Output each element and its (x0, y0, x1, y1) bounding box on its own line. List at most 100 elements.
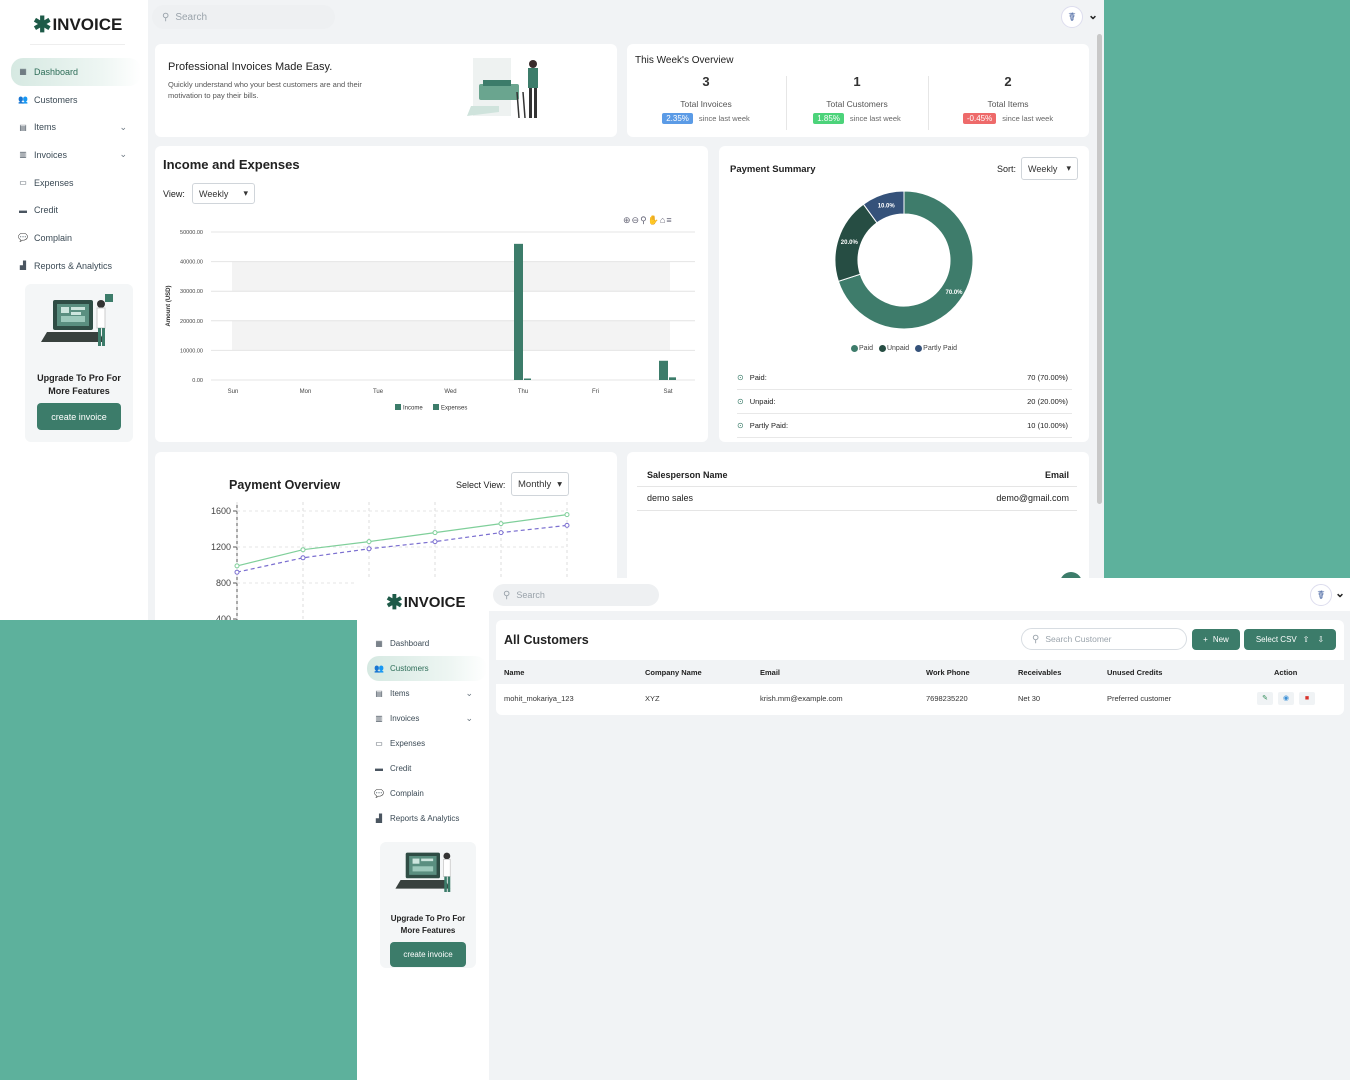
upload-icon[interactable]: ⇧ (1303, 635, 1310, 644)
data-point[interactable] (564, 512, 570, 518)
payment-summary-title: Payment Summary (730, 164, 816, 175)
data-point[interactable] (564, 522, 570, 528)
data-point[interactable] (234, 569, 240, 575)
laptop-illustration (41, 294, 113, 346)
bar-expenses[interactable] (524, 378, 531, 380)
sidebar-item-complain[interactable]: 💬 Complain (11, 224, 141, 252)
summary-label: Paid: (749, 373, 767, 382)
sidebar-item-label: Customers (390, 664, 429, 673)
avatar[interactable]: ☤ (1310, 584, 1332, 606)
edit-icon[interactable]: ✎ (1257, 692, 1273, 705)
chevron-down-icon[interactable]: ⌄ (1088, 8, 1098, 22)
chevron-down-icon: ⌄ (119, 121, 127, 132)
column-header[interactable]: Receivables (1018, 668, 1061, 677)
sidebar-item-credit[interactable]: ▬ Credit (367, 756, 487, 781)
data-point[interactable] (300, 555, 306, 561)
bar-income[interactable] (659, 360, 668, 380)
data-point[interactable] (300, 547, 306, 553)
create-invoice-button[interactable]: create invoice (390, 942, 466, 967)
legend-item[interactable]: Unpaid (878, 345, 909, 352)
sidebar-item-customers[interactable]: 👥 Customers (11, 86, 141, 114)
sidebar-item-label: Expenses (34, 177, 74, 188)
overview-stat: 1 Total Customers 1.85% since last week (782, 74, 932, 124)
logo[interactable]: ✱ INVOICE (386, 590, 465, 615)
sidebar-item-expenses[interactable]: ▭ Expenses (11, 169, 141, 197)
column-header[interactable]: Work Phone (926, 668, 970, 677)
sidebar-item-items[interactable]: ▤ Items ⌄ (367, 681, 487, 706)
logo[interactable]: ✱ INVOICE (33, 12, 122, 38)
sidebar-item-reports-analytics[interactable]: ▟ Reports & Analytics (367, 806, 487, 831)
data-point[interactable] (498, 530, 504, 536)
summary-row: ⊙ Unpaid: 20 (20.00%) (737, 390, 1072, 414)
logo-text: INVOICE (403, 594, 466, 611)
create-invoice-button[interactable]: create invoice (37, 403, 121, 430)
customers-card: All Customers ⚲ Search Customer + New Sele… (496, 620, 1344, 715)
column-header[interactable]: Action (1274, 668, 1297, 677)
trash-icon[interactable]: ■ (1299, 692, 1315, 705)
sidebar-item-label: Complain (390, 789, 424, 798)
logo-mark-icon: ✱ (33, 12, 52, 37)
sidebar-item-dashboard[interactable]: ▦ Dashboard (367, 631, 487, 656)
legend-item[interactable]: Partly Paid (915, 345, 957, 352)
view-label: View: (163, 189, 185, 199)
overview-title: This Week's Overview (635, 55, 734, 66)
data-point[interactable] (366, 546, 372, 552)
card-icon: ▬ (19, 205, 27, 215)
column-header[interactable]: Company Name (645, 668, 702, 677)
payment-donut-chart: 70.0% 20.0% 10.0% (834, 190, 974, 330)
search-customer-input[interactable]: ⚲ Search Customer (1021, 628, 1187, 650)
bar-expenses[interactable] (669, 377, 676, 380)
file-icon: ▥ (19, 150, 27, 160)
sidebar-item-expenses[interactable]: ▭ Expenses (367, 731, 487, 756)
promo-title-line2: More Features (48, 386, 110, 396)
legend-swatch (433, 404, 439, 410)
column-header[interactable]: Unused Credits (1107, 668, 1162, 677)
view-period-select[interactable]: Monthly ▾ (511, 472, 569, 496)
column-header[interactable]: Name (504, 668, 524, 677)
chevron-down-icon[interactable]: ⌄ (1335, 586, 1345, 600)
sidebar-item-complain[interactable]: 💬 Complain (367, 781, 487, 806)
sidebar-item-items[interactable]: ▤ Items ⌄ (11, 113, 141, 141)
legend-item[interactable]: Paid (850, 345, 873, 352)
series-line[interactable] (236, 514, 568, 567)
printer-illustration (467, 58, 538, 119)
check-circle-icon: ⊙ (737, 397, 744, 406)
avatar[interactable]: ☤ (1061, 6, 1083, 28)
column-header[interactable]: Email (760, 668, 780, 677)
data-point[interactable] (234, 563, 240, 569)
download-icon[interactable]: ⇩ (1317, 635, 1324, 644)
sort-select[interactable]: Weekly ▾ (1021, 157, 1078, 180)
x-tick-label: Wed (444, 389, 456, 395)
stat-label: Total Customers (826, 99, 888, 109)
sidebar-item-reports-analytics[interactable]: ▟ Reports & Analytics (11, 252, 141, 280)
data-point[interactable] (366, 539, 372, 545)
overview-stat: 2 Total Items -0.45% since last week (933, 74, 1083, 124)
divider (637, 510, 1077, 511)
legend-dot (850, 345, 858, 352)
data-point[interactable] (498, 521, 504, 527)
y-tick-label: 30000.00 (180, 289, 203, 295)
sidebar-item-customers[interactable]: 👥 Customers (367, 656, 487, 681)
bar-income[interactable] (514, 243, 523, 380)
new-customer-button[interactable]: + New (1192, 629, 1240, 650)
page-title: All Customers (504, 633, 589, 647)
search-icon: ⚲ (503, 589, 511, 601)
sort-select-value: Weekly (1028, 163, 1058, 174)
search-input[interactable]: ⚲ Search (493, 584, 659, 606)
legend-swatch (395, 404, 401, 410)
search-input[interactable]: ⚲ Search (152, 5, 335, 29)
view-select[interactable]: Weekly ▾ (192, 183, 255, 204)
data-point[interactable] (432, 530, 438, 536)
sidebar-item-dashboard[interactable]: ▦ Dashboard (11, 58, 141, 86)
sidebar-item-credit[interactable]: ▬ Credit (11, 196, 141, 224)
data-point[interactable] (432, 539, 438, 545)
series-line[interactable] (236, 524, 568, 573)
eye-icon[interactable]: ◉ (1278, 692, 1294, 705)
y-tick-label: 20000.00 (180, 319, 203, 325)
logo-text: INVOICE (52, 15, 123, 34)
select-csv-button[interactable]: Select CSV ⇧ ⇩ (1244, 629, 1336, 650)
sidebar-item-invoices[interactable]: ▥ Invoices ⌄ (11, 141, 141, 169)
sidebar-item-invoices[interactable]: ▥ Invoices ⌄ (367, 706, 487, 731)
scrollbar[interactable] (1097, 34, 1102, 504)
table-cell: mohit_mokariya_123 (504, 694, 574, 703)
